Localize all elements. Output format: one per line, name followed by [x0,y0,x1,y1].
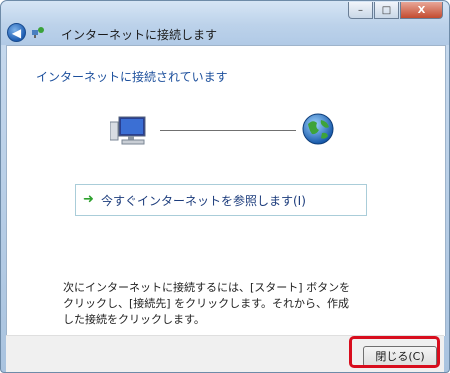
maximize-button[interactable]: □ [374,2,399,19]
browse-internet-option[interactable]: ➜ 今すぐインターネットを参照します(I) [75,184,367,216]
title-bar: – □ X ◀ インターネットに接続します [1,1,449,45]
browse-internet-label: 今すぐインターネットを参照します(I) [101,194,306,208]
computer-icon [110,116,146,145]
minimize-button[interactable]: – [348,2,373,19]
content-area: インターネットに接続されています ➜ 今すぐインターネットを参照します(I) 次… [6,45,446,336]
caption-buttons: – □ X [348,2,443,20]
instruction-text: 次にインターネットに接続するには、[スタート] ボタンをクリックし、[接続先] … [63,281,351,326]
window-title: インターネットに接続します [61,28,218,42]
globe-icon [302,113,334,145]
close-window-button[interactable]: X [400,2,443,19]
close-button-highlight [349,336,440,368]
dialog-window: – □ X ◀ インターネットに接続します インターネットに接続されています ➜… [0,0,450,373]
green-arrow-icon: ➜ [83,192,94,207]
network-wizard-icon [32,27,44,38]
connection-line [160,130,296,131]
page-heading: インターネットに接続されています [36,70,228,84]
back-arrow-icon[interactable]: ◀ [7,23,26,42]
